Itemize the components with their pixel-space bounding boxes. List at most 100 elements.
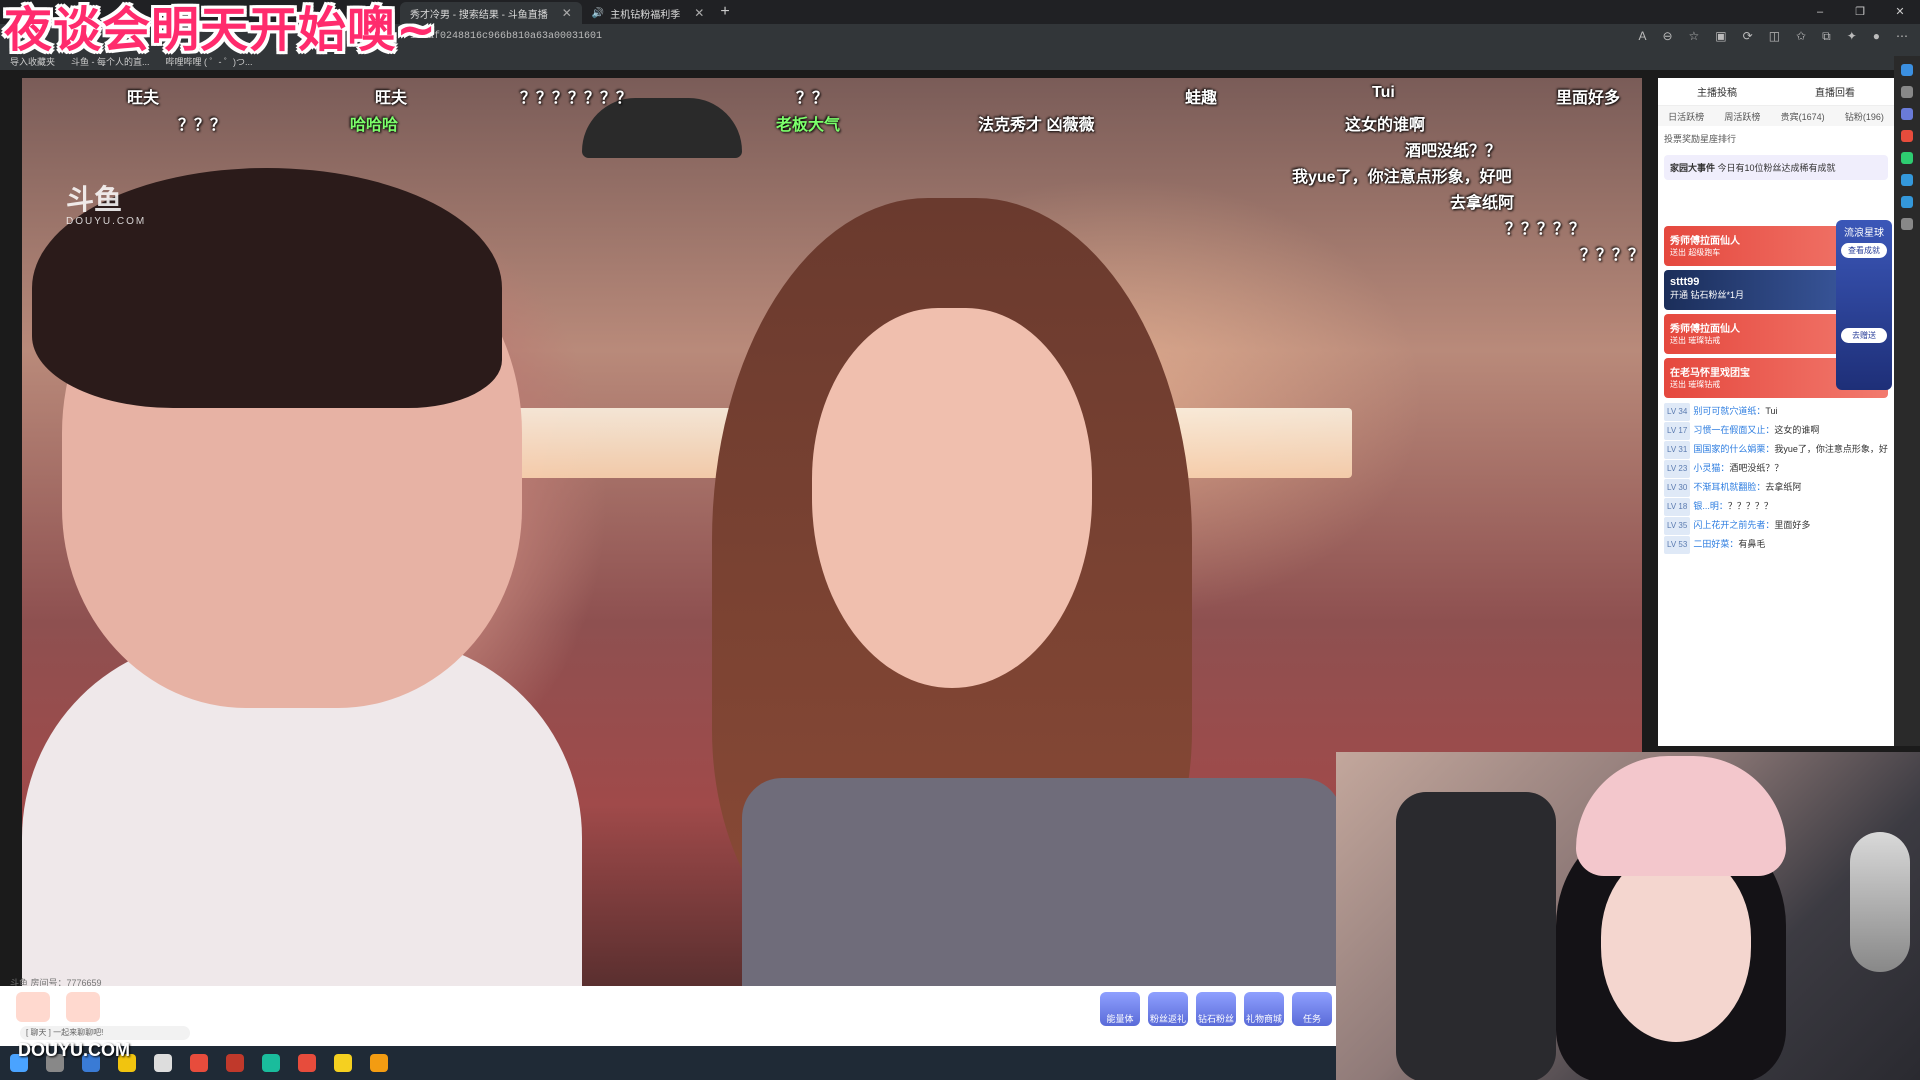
danmu-comment: 老板大气 <box>776 117 841 134</box>
chat-username[interactable]: 小灵猫： <box>1693 463 1729 473</box>
microphone <box>1850 832 1910 972</box>
chat-message: LV 34 别可可就穴道纸：Tui <box>1664 402 1888 421</box>
app-icon[interactable] <box>298 1054 316 1072</box>
os-taskbar <box>0 1046 1336 1080</box>
app-icon[interactable] <box>226 1054 244 1072</box>
app-icon[interactable] <box>334 1054 352 1072</box>
minimize-button[interactable]: – <box>1800 0 1840 24</box>
level-badge: LV 30 <box>1664 479 1691 497</box>
chat-panel-header: 主播投稿 直播回看 <box>1658 78 1894 106</box>
zoom-icon[interactable]: ⊖ <box>1662 29 1672 44</box>
more-menu-icon[interactable]: ⋯ <box>1896 29 1908 44</box>
gift-sender: 在老马怀里戏团宝 <box>1670 368 1750 379</box>
browser-tab-fanpage[interactable]: 🔊 主机钻粉福利季 ✕ <box>582 2 715 24</box>
danmu-comment: ？？？？？ <box>1505 221 1586 238</box>
level-badge: LV 35 <box>1664 517 1691 535</box>
douyu-logo: 斗鱼 <box>66 184 123 215</box>
gift-energy[interactable]: 能量体 <box>1100 992 1140 1026</box>
tab-weekly-rank[interactable]: 周活跃榜 <box>1724 110 1760 123</box>
gift-send-button[interactable]: 去赠送 <box>1841 328 1887 343</box>
banner-user: sttt99 <box>1670 276 1700 288</box>
promo-card[interactable]: 流浪星球 查看成就 去赠送 <box>1836 220 1892 390</box>
stream-banner-text: 夜谈会明天开始噢~ <box>4 2 438 58</box>
favorite-star-icon[interactable]: ☆ <box>1689 29 1700 44</box>
gift-task[interactable]: 任务 <box>1292 992 1332 1026</box>
app-icon[interactable] <box>1901 130 1913 142</box>
task-icon[interactable] <box>66 992 100 1022</box>
screenshot-icon[interactable]: ▣ <box>1715 29 1726 44</box>
gift-fan-return[interactable]: 粉丝返礼 <box>1148 992 1188 1026</box>
chat-message: LV 23 小灵猫：酒吧没纸？？ <box>1664 459 1888 478</box>
event-desc: 今日有10位粉丝达成稀有成就 <box>1717 163 1836 173</box>
home-event-card[interactable]: 家园大事件 今日有10位粉丝达成稀有成就 <box>1664 155 1888 180</box>
close-icon[interactable]: ✕ <box>562 6 572 20</box>
danmu-comment: 法克秀才 凶薇薇 <box>978 117 1095 134</box>
chat-text: 我yue了，你注意点形象，好吧 <box>1774 444 1888 454</box>
netease-music-icon[interactable] <box>190 1054 208 1072</box>
app-icon[interactable] <box>154 1054 172 1072</box>
chat-text: 去拿纸阿 <box>1765 482 1802 492</box>
url-text[interactable]: 135af0248816c966b810a63a00031601 <box>410 31 602 42</box>
new-tab-icon[interactable]: + <box>720 3 729 21</box>
chat-username[interactable]: 习惯一在假面又止： <box>1693 425 1774 435</box>
danmu-comment: 蛙趣 <box>1185 90 1218 107</box>
danmu-comment: ？？？？ <box>1580 247 1645 264</box>
danmu-comment: 去拿纸阿 <box>1450 195 1515 212</box>
ranking-tabs: 日活跃榜 周活跃榜 贵宾(1674) 钻粉(196) <box>1658 106 1894 126</box>
promo-title: 流浪星球 <box>1844 228 1884 239</box>
browser-toolbar: A ⊖ ☆ ▣ ⟳ ◫ ✩ ⧉ ✦ ● ⋯ <box>1638 29 1908 44</box>
tab-daily-rank[interactable]: 日活跃榜 <box>1668 110 1704 123</box>
chat-username[interactable]: 不渐耳机就翻脸： <box>1693 482 1765 492</box>
chat-message: LV 35 闪上花开之前先者：里面好多 <box>1664 516 1888 535</box>
chat-username[interactable]: 国国家的什么娟栗： <box>1693 444 1774 454</box>
level-badge: LV 23 <box>1664 460 1691 478</box>
favorites-icon[interactable]: ✩ <box>1796 29 1806 44</box>
webcam-person-face <box>1601 852 1751 1042</box>
tab-diamond-fans[interactable]: 钻粉(196) <box>1845 110 1884 123</box>
tab-replay[interactable]: 直播回看 <box>1815 84 1855 99</box>
view-achievement-button[interactable]: 查看成就 <box>1841 243 1887 258</box>
chat-text: 这女的谁啊 <box>1774 425 1820 435</box>
app-icon[interactable] <box>1901 152 1913 164</box>
gift-sender: 秀师傅拉面仙人 <box>1670 324 1740 335</box>
chat-username[interactable]: 二田好菜： <box>1693 539 1738 549</box>
tab-streamer-posts[interactable]: 主播投稿 <box>1697 84 1737 99</box>
app-icon[interactable] <box>1901 196 1913 208</box>
outlook-icon[interactable] <box>1901 174 1913 186</box>
douyu-app-icon[interactable] <box>370 1054 388 1072</box>
search-icon[interactable] <box>1901 86 1913 98</box>
chat-username[interactable]: 闪上花开之前先者： <box>1693 520 1774 530</box>
danmu-comment: 旺夫 <box>127 90 160 107</box>
gift-diamond-fan[interactable]: 钻石粉丝 <box>1196 992 1236 1026</box>
restore-button[interactable]: ❐ <box>1840 0 1880 24</box>
danmu-comment: ？？？？？？？ <box>520 90 633 107</box>
refresh-icon[interactable]: ⟳ <box>1743 29 1753 44</box>
level-badge: LV 18 <box>1664 498 1691 516</box>
danmu-comment: 酒吧没纸？？ <box>1405 143 1502 160</box>
split-screen-icon[interactable]: ◫ <box>1769 29 1780 44</box>
copilot-icon[interactable] <box>1901 64 1913 76</box>
profile-avatar-icon[interactable]: ● <box>1873 29 1880 44</box>
level-badge: LV 34 <box>1664 403 1691 421</box>
chat-text: 酒吧没纸？？ <box>1729 463 1784 473</box>
chat-input[interactable]: [ 聊天 ] 一起来聊聊吧! <box>20 1026 190 1040</box>
chat-username[interactable]: 别可可就穴道纸： <box>1693 406 1765 416</box>
close-window-button[interactable]: ✕ <box>1880 0 1920 24</box>
chat-message: LV 30 不渐耳机就翻脸：去拿纸阿 <box>1664 478 1888 497</box>
tab-vip[interactable]: 贵宾(1674) <box>1781 110 1825 123</box>
window-controls: – ❐ ✕ <box>1800 0 1920 24</box>
extensions-icon[interactable]: ✦ <box>1847 29 1857 44</box>
danmu-comment: 旺夫 <box>375 90 408 107</box>
close-icon[interactable]: ✕ <box>694 6 704 20</box>
fan-badge-icon[interactable] <box>16 992 50 1022</box>
gift-mall[interactable]: 礼物商城 <box>1244 992 1284 1026</box>
collections-icon[interactable]: ⧉ <box>1822 29 1831 44</box>
read-aloud-icon[interactable]: A <box>1638 29 1646 44</box>
add-icon[interactable] <box>1901 218 1913 230</box>
streamer-female-face <box>812 308 1092 688</box>
edge-browser-icon[interactable] <box>262 1054 280 1072</box>
rank-label: 投票奖励星座排行 <box>1664 134 1737 144</box>
tools-icon[interactable] <box>1901 108 1913 120</box>
tab-label: 主机钻粉福利季 <box>610 9 681 21</box>
chat-username[interactable]: 银...明： <box>1693 501 1728 511</box>
